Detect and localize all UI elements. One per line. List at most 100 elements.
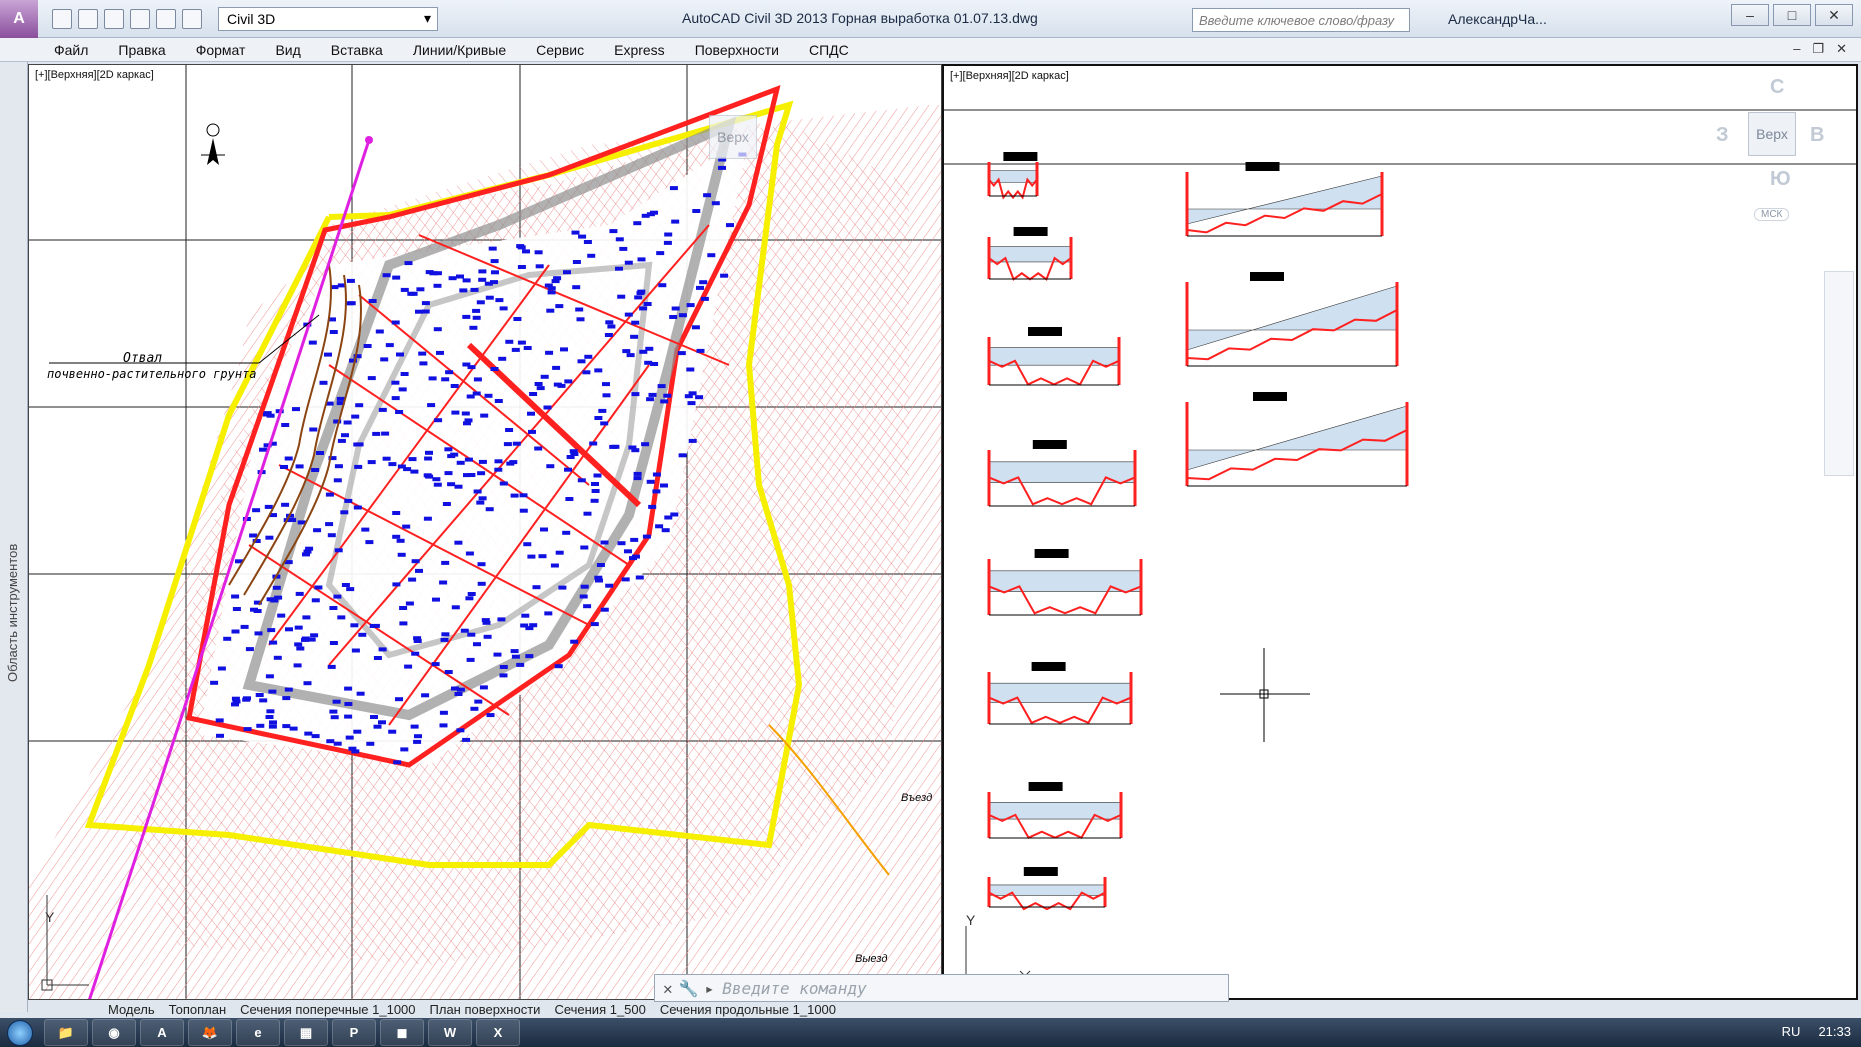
menu-item-5[interactable]: Линии/Кривые — [413, 42, 506, 58]
wrench-icon[interactable]: 🔧 — [679, 979, 699, 998]
start-button[interactable] — [0, 1018, 40, 1047]
menu-item-1[interactable]: Правка — [118, 42, 165, 58]
menu-item-0[interactable]: Файл — [54, 42, 88, 58]
elevation-marker — [329, 330, 338, 334]
taskbar-app-9[interactable]: X — [476, 1019, 520, 1046]
elevation-marker — [584, 354, 593, 359]
elevation-marker — [576, 317, 585, 322]
viewport-plan[interactable]: [+][Верхняя][2D каркас] Отвал почвенно-р… — [28, 64, 942, 1000]
command-input[interactable]: Введите команду — [722, 979, 867, 998]
layout-tab-4[interactable]: Сечения 1_500 — [554, 1002, 645, 1018]
elevation-marker — [692, 209, 701, 213]
menu-item-2[interactable]: Формат — [196, 42, 246, 58]
menu-item-6[interactable]: Сервис — [536, 42, 584, 58]
taskbar-app-3[interactable]: 🦊 — [188, 1019, 232, 1046]
taskbar-app-7[interactable]: ◼ — [380, 1019, 424, 1046]
elevation-marker — [655, 524, 664, 529]
viewcube-top-face[interactable]: Верх — [709, 115, 757, 159]
elevation-marker — [605, 583, 614, 588]
taskbar-app-8[interactable]: W — [428, 1019, 472, 1046]
undo-icon[interactable] — [156, 8, 176, 29]
viewcube-north[interactable]: С — [1770, 76, 1784, 99]
wcs-badge[interactable]: МСК — [1754, 208, 1790, 221]
viewport-label[interactable]: [+][Верхняя][2D каркас] — [35, 69, 154, 81]
language-indicator[interactable]: RU — [1782, 1024, 1801, 1039]
new-icon[interactable] — [52, 8, 72, 29]
elevation-marker — [726, 223, 734, 228]
elevation-marker — [594, 575, 603, 580]
workspace-select[interactable]: Civil 3D ▾ — [218, 6, 438, 31]
redo-icon[interactable] — [182, 8, 202, 29]
elevation-marker — [511, 654, 520, 659]
save-icon[interactable] — [104, 8, 124, 29]
doc-minimize-button[interactable]: – — [1793, 41, 1800, 57]
layout-tab-1[interactable]: Топоплан — [169, 1002, 226, 1018]
dump-label-title: Отвал — [123, 351, 163, 366]
taskbar-app-6[interactable]: P — [332, 1019, 376, 1046]
layout-tab-3[interactable]: План поверхности — [430, 1002, 541, 1018]
search-input[interactable]: Введите ключевое слово/фразу — [1192, 8, 1410, 32]
layout-tab-2[interactable]: Сечения поперечные 1_1000 — [240, 1002, 415, 1018]
viewport-sections[interactable]: [+][Верхняя][2D каркас] Y С З Верх В Ю М… — [942, 64, 1858, 1000]
menu-item-9[interactable]: СПДС — [809, 42, 849, 58]
layout-tab-0[interactable]: Модель — [108, 1002, 155, 1018]
maximize-button[interactable]: □ — [1773, 4, 1811, 26]
viewcube-east[interactable]: В — [1810, 124, 1824, 147]
elevation-marker — [664, 232, 673, 237]
elevation-marker — [358, 632, 367, 637]
tool-palette[interactable]: Область инструментов — [0, 62, 28, 1012]
elevation-marker — [540, 374, 549, 379]
elevation-marker — [589, 441, 598, 446]
viewcube-south[interactable]: Ю — [1770, 168, 1791, 191]
command-line[interactable]: ✕ 🔧 ▸ Введите команду — [654, 974, 1229, 1002]
elevation-marker — [337, 438, 346, 443]
layout-tab-5[interactable]: Сечения продольные 1_1000 — [660, 1002, 836, 1018]
viewcube-right[interactable]: С З Верх В Ю МСК — [1716, 66, 1834, 226]
menu-item-3[interactable]: Вид — [275, 42, 300, 58]
elevation-marker — [378, 647, 387, 652]
elevation-marker — [678, 453, 687, 458]
elevation-marker — [392, 511, 401, 515]
elevation-marker — [604, 333, 613, 337]
user-name[interactable]: АлександрЧа... — [1448, 11, 1547, 27]
menu-item-4[interactable]: Вставка — [331, 42, 383, 58]
elevation-marker — [648, 392, 657, 397]
elevation-marker — [232, 607, 241, 611]
open-icon[interactable] — [78, 8, 98, 29]
cross-section — [987, 782, 1123, 839]
elevation-marker — [572, 285, 581, 290]
doc-close-button[interactable]: ✕ — [1836, 41, 1847, 57]
taskbar-app-2[interactable]: A — [140, 1019, 184, 1046]
elevation-marker — [630, 537, 639, 542]
elevation-marker — [264, 504, 273, 509]
close-button[interactable]: ✕ — [1815, 4, 1853, 26]
minimize-button[interactable]: – — [1731, 4, 1769, 26]
elevation-marker — [252, 508, 261, 513]
menu-item-7[interactable]: Express — [614, 42, 665, 58]
elevation-marker — [550, 563, 559, 568]
elevation-marker — [459, 288, 468, 293]
taskbar-app-0[interactable]: 📁 — [44, 1019, 88, 1046]
clock[interactable]: 21:33 — [1818, 1024, 1851, 1039]
viewcube-top-face-right[interactable]: Верх — [1748, 112, 1796, 156]
elevation-marker — [354, 464, 363, 469]
elevation-marker — [334, 464, 343, 469]
elevation-marker — [351, 648, 360, 653]
elevation-marker — [600, 421, 609, 426]
print-icon[interactable] — [130, 8, 150, 29]
elevation-marker — [450, 384, 459, 388]
taskbar-app-4[interactable]: e — [236, 1019, 280, 1046]
navigation-bar[interactable] — [1824, 271, 1854, 476]
elevation-marker — [351, 414, 360, 419]
elevation-marker — [259, 447, 267, 452]
elevation-marker — [288, 518, 297, 522]
elevation-marker — [281, 502, 290, 507]
viewport-label-right[interactable]: [+][Верхняя][2D каркас] — [950, 70, 1069, 82]
close-icon[interactable]: ✕ — [663, 979, 673, 998]
app-menu-button[interactable]: A — [0, 0, 38, 38]
viewcube-west[interactable]: З — [1716, 124, 1729, 147]
doc-restore-button[interactable]: ❐ — [1812, 41, 1824, 57]
taskbar-app-1[interactable]: ◉ — [92, 1019, 136, 1046]
menu-item-8[interactable]: Поверхности — [695, 42, 779, 58]
taskbar-app-5[interactable]: ▦ — [284, 1019, 328, 1046]
